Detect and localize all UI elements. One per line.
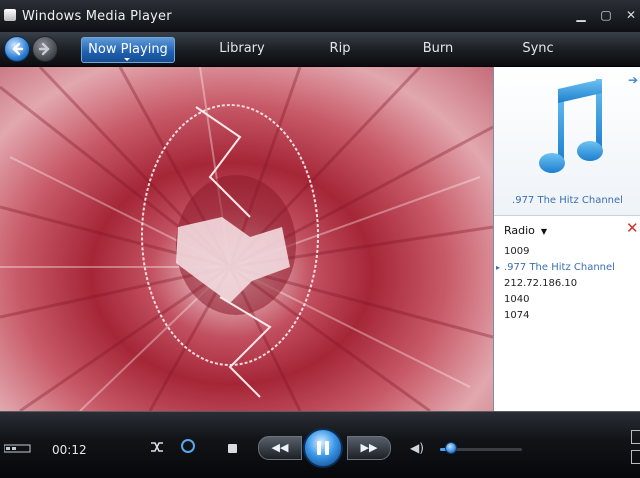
album-art[interactable]: ➔ .977 The Hitz Channel <box>494 67 640 216</box>
list-item[interactable]: 212.72.186.10 <box>494 276 640 292</box>
previous-button[interactable]: ◀◀ <box>258 436 302 460</box>
tab-sync[interactable]: Sync <box>510 37 566 61</box>
pause-icon <box>317 441 321 455</box>
shuffle-button[interactable] <box>150 440 164 457</box>
previous-icon: ◀◀ <box>271 441 289 454</box>
title-bar: Windows Media Player ▁ ▢ ✕ <box>0 0 640 32</box>
tab-rip[interactable]: Rip <box>320 37 360 61</box>
now-playing-indicator-icon: ▸ <box>496 263 501 272</box>
forward-button[interactable] <box>32 36 58 62</box>
maximize-button[interactable]: ▢ <box>595 7 617 23</box>
device-icon <box>4 444 31 453</box>
minimize-button[interactable]: ▁ <box>570 7 592 23</box>
chevron-down-icon <box>124 58 130 61</box>
forward-icon <box>38 42 50 56</box>
list-item[interactable]: 1040 <box>494 292 640 308</box>
playlist: 1009 ▸ .977 The Hitz Channel 212.72.186.1… <box>494 244 640 324</box>
close-icon[interactable]: ✕ <box>626 219 639 237</box>
tab-now-playing[interactable]: Now Playing <box>81 37 175 63</box>
repeat-icon[interactable] <box>181 439 195 453</box>
pause-icon-bar <box>325 441 329 455</box>
list-header-label: Radio <box>504 224 535 237</box>
music-note-icon <box>539 79 603 173</box>
now-playing-panel: ➔ .977 The Hitz Channel Radio ▼ ✕ 1009 ▸.… <box>493 67 640 411</box>
fullscreen-button[interactable] <box>631 450 640 464</box>
list-item[interactable]: 1009 <box>494 244 640 260</box>
elapsed-time: 00:12 <box>52 443 87 457</box>
volume-handle[interactable] <box>444 442 457 454</box>
next-button[interactable]: ▶▶ <box>347 436 391 460</box>
visualization[interactable] <box>0 67 493 411</box>
tab-library[interactable]: Library <box>210 37 274 61</box>
chevron-down-icon: ▼ <box>540 227 548 236</box>
transport-controls: 00:12 ◀◀ ▶▶ ◀) <box>0 411 640 478</box>
back-icon <box>12 42 24 56</box>
list-item[interactable]: 1074 <box>494 308 640 324</box>
speaker-icon[interactable]: ◀) <box>410 441 424 455</box>
list-header-dropdown[interactable]: Radio ▼ <box>504 224 547 237</box>
arrow-right-icon[interactable]: ➔ <box>628 73 638 87</box>
window-title: Windows Media Player <box>22 9 172 24</box>
navigation-bar: Now Playing Library Rip Burn Sync <box>0 32 640 67</box>
mini-mode-button[interactable] <box>631 430 640 444</box>
close-window-button[interactable]: ✕ <box>620 7 640 23</box>
tab-label: Now Playing <box>88 42 168 57</box>
list-item-current[interactable]: ▸ .977 The Hitz Channel <box>494 260 640 276</box>
stop-icon[interactable] <box>228 444 237 453</box>
app-icon <box>4 9 16 21</box>
next-icon: ▶▶ <box>360 441 378 454</box>
station-title: .977 The Hitz Channel <box>512 195 623 206</box>
pause-button[interactable] <box>303 428 343 468</box>
visualization-graphic <box>0 67 493 411</box>
back-button[interactable] <box>4 36 30 62</box>
shuffle-icon <box>151 442 163 452</box>
tab-burn[interactable]: Burn <box>414 37 462 61</box>
